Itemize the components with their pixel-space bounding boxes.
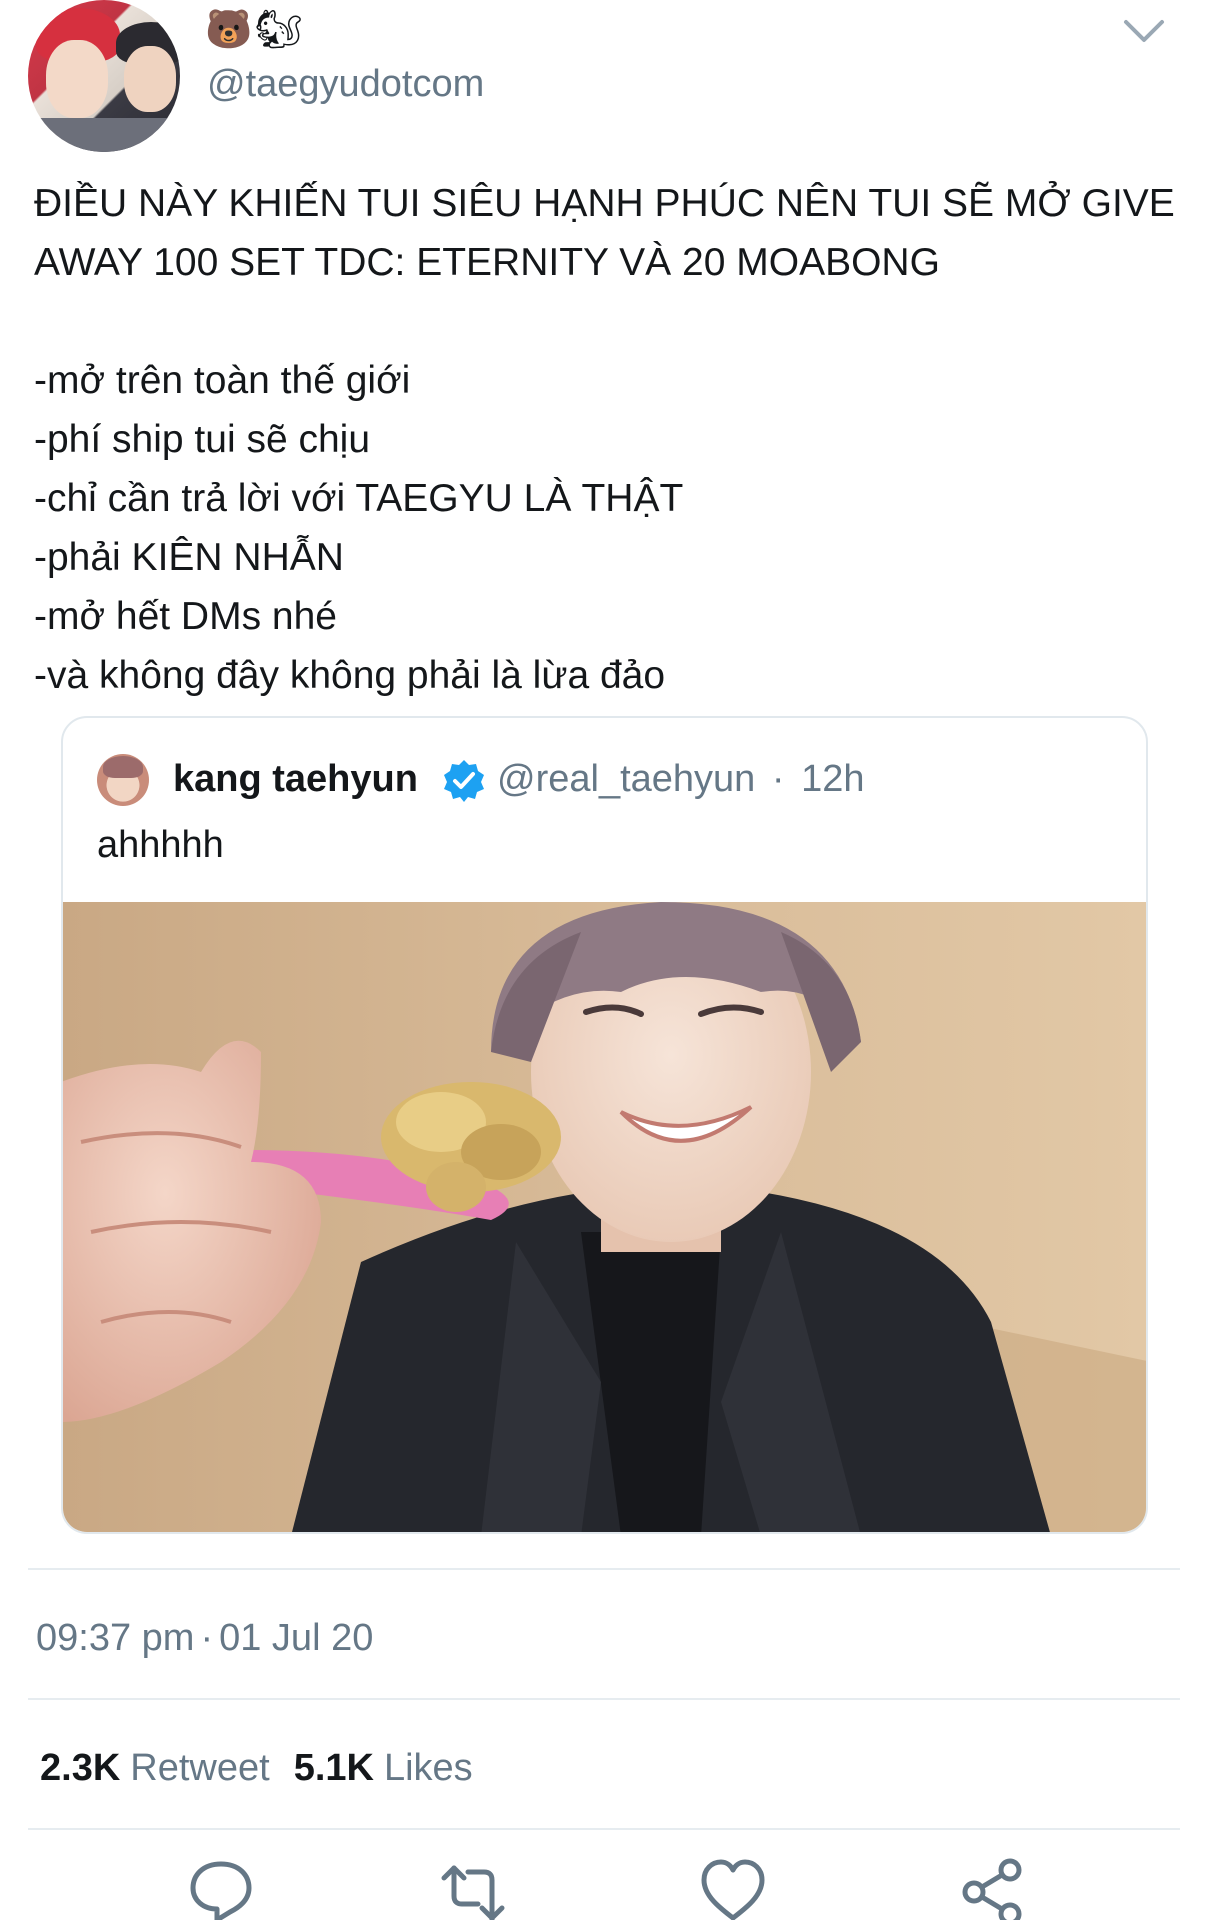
tweet-detail: 🐻🐿 @taegyudotcom ĐIỀU NÀY KHIẾN TUI SIÊU…	[0, 0, 1209, 1920]
tweet-date: 01 Jul 20	[219, 1617, 374, 1659]
verified-badge-icon	[444, 760, 484, 802]
reply-icon[interactable]	[186, 1858, 256, 1920]
likes-label: Likes	[383, 1747, 473, 1789]
like-icon[interactable]	[698, 1858, 768, 1920]
tweet-line: -chỉ cần trả lời với TAEGYU LÀ THẬT	[34, 477, 684, 520]
chevron-down-icon[interactable]	[1122, 16, 1166, 46]
quoted-tweet-photo[interactable]	[61, 902, 1148, 1534]
quoted-author-avatar	[97, 754, 149, 806]
retweets-stat[interactable]: 2.3K Retweet	[40, 1747, 294, 1789]
quoted-author-handle: @real_taehyun	[497, 758, 756, 800]
retweets-count: 2.3K	[40, 1747, 121, 1789]
tweet-stats: 2.3K Retweet 5.1K Likes	[40, 1742, 497, 1794]
divider	[28, 1568, 1180, 1570]
tweet-text: ĐIỀU NÀY KHIẾN TUI SIÊU HẠNH PHÚC NÊN TU…	[34, 174, 1184, 705]
divider	[28, 1828, 1180, 1830]
tweet-line: -phải KIÊN NHẪN	[34, 536, 344, 579]
share-icon[interactable]	[958, 1858, 1028, 1920]
author-avatar[interactable]	[28, 0, 180, 152]
quoted-tweet-text: ahhhhh	[97, 824, 224, 866]
tweet-line: -và không đây không phải là lừa đảo	[34, 654, 666, 697]
divider	[28, 1698, 1180, 1700]
meta-separator: ·	[771, 758, 785, 800]
tweet-time: 09:37 pm	[36, 1617, 195, 1659]
author-display-name[interactable]: 🐻🐿	[205, 8, 305, 52]
tweet-timestamp[interactable]: 09:37 pm · 01 Jul 20	[36, 1612, 373, 1664]
action-bar	[0, 1858, 1209, 1920]
tweet-line: -mở trên toàn thế giới	[34, 359, 411, 402]
timestamp-separator: ·	[200, 1617, 214, 1659]
quoted-tweet-meta: @real_taehyun · 12h	[497, 752, 865, 806]
tweet-line: -mở hết DMs nhé	[34, 595, 337, 638]
quoted-author-name: kang taehyun	[173, 758, 418, 800]
tweet-line: -phí ship tui sẽ chịu	[34, 418, 371, 461]
tweet-headline: ĐIỀU NÀY KHIẾN TUI SIÊU HẠNH PHÚC NÊN TU…	[34, 182, 1175, 284]
quoted-tweet-time: 12h	[801, 758, 865, 800]
quoted-tweet[interactable]: kang taehyun @real_taehyun · 12h ahhhhh	[61, 716, 1148, 1534]
author-handle[interactable]: @taegyudotcom	[207, 60, 484, 108]
likes-stat[interactable]: 5.1K Likes	[294, 1747, 497, 1789]
likes-count: 5.1K	[293, 1747, 374, 1789]
retweets-label: Retweet	[130, 1747, 270, 1789]
retweet-icon[interactable]	[438, 1858, 508, 1920]
